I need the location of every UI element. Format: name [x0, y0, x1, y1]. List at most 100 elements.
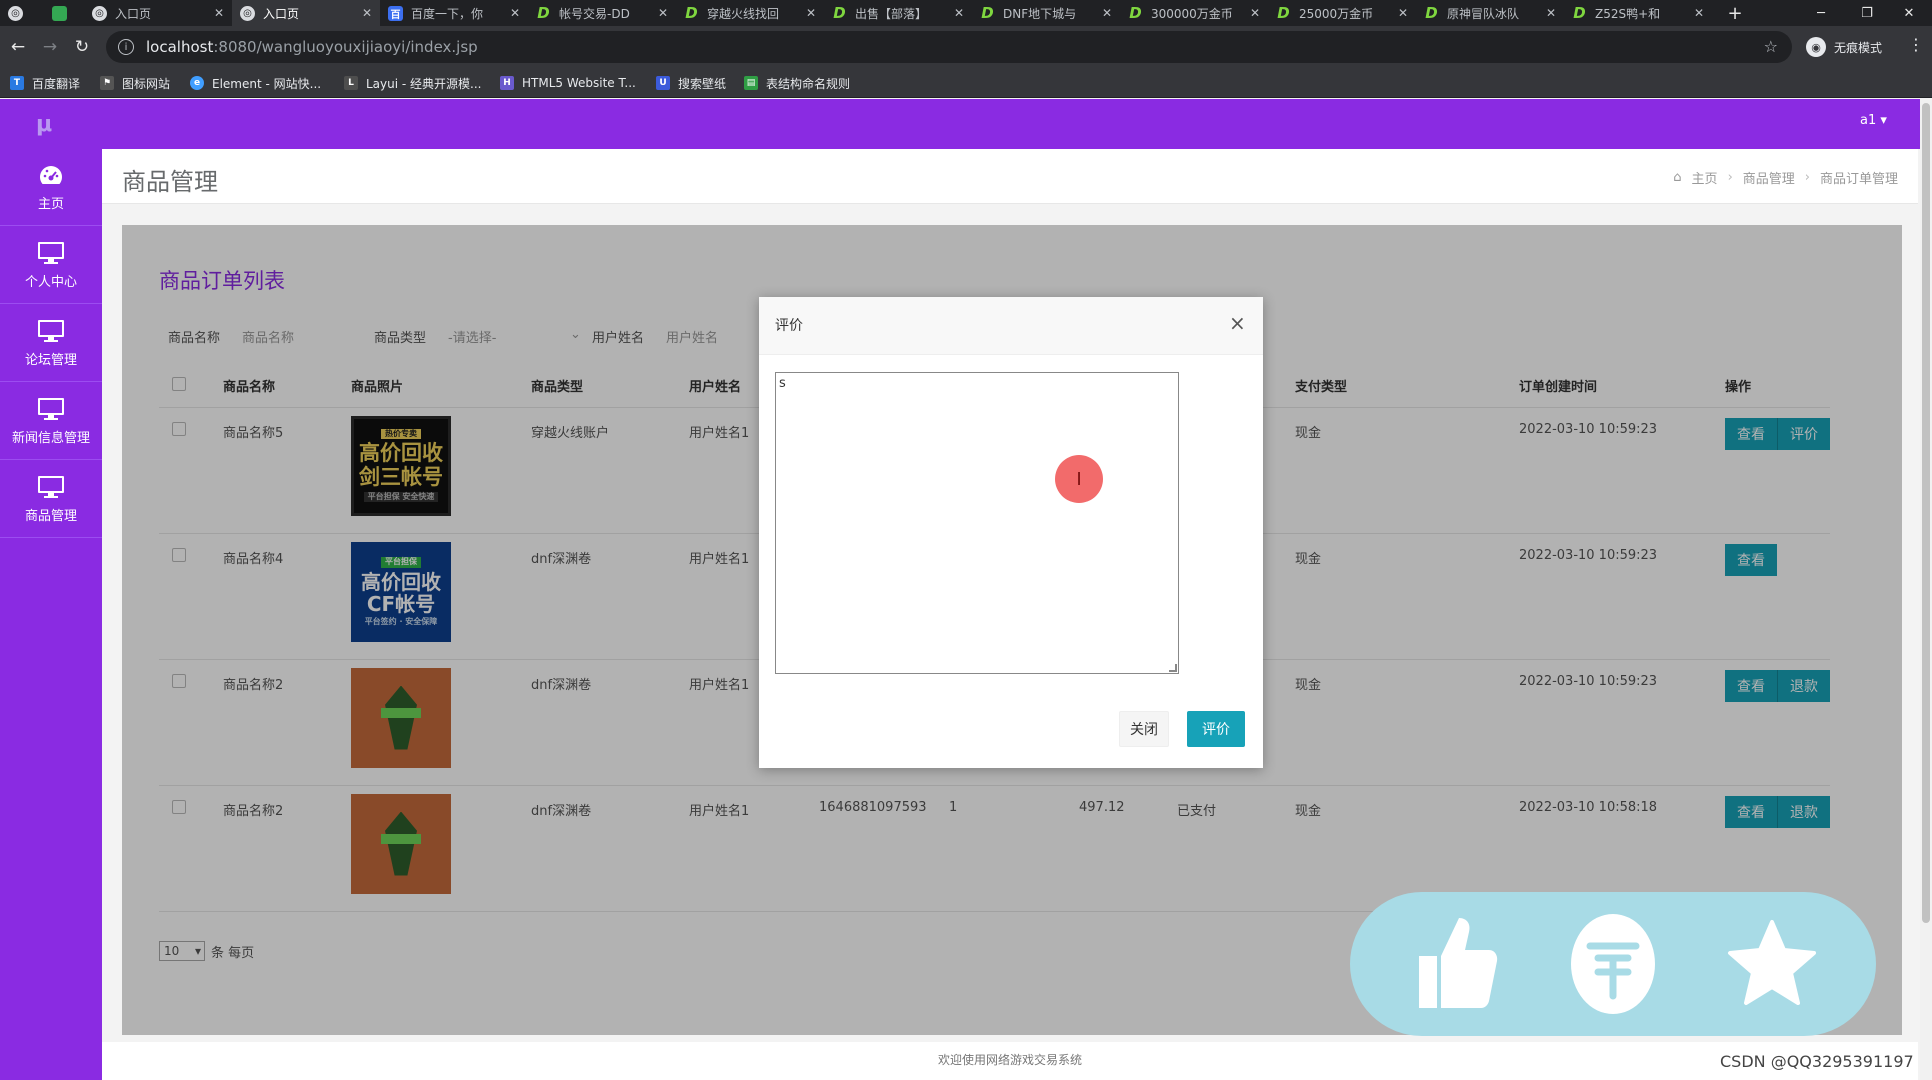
bookmark-label: 表结构命名规则	[766, 76, 851, 91]
browser-tab[interactable]: D 帐号交易-DD ✕	[528, 0, 676, 26]
html5-icon: H	[500, 76, 514, 90]
chevron-right-icon: ›	[1804, 170, 1810, 185]
browser-tab-pinned-2[interactable]	[44, 0, 80, 26]
close-icon[interactable]: ✕	[1694, 6, 1704, 20]
close-icon[interactable]: ✕	[658, 6, 668, 20]
restore-icon[interactable]: ❐	[1844, 0, 1890, 26]
review-textarea[interactable]: s	[775, 372, 1179, 674]
d-icon: D	[1573, 4, 1586, 22]
close-icon[interactable]: ✕	[1546, 6, 1556, 20]
close-icon[interactable]: ×	[1229, 311, 1246, 335]
top-navbar: μ a1 ▾	[0, 99, 1932, 149]
bookmark-item[interactable]: U 搜索壁纸	[656, 74, 726, 92]
browser-tab[interactable]: D 原神冒队冰队 ✕	[1416, 0, 1564, 26]
browser-tab-bar: ◎ ◎ 入口页 ✕ ◎ 入口页 ✕ 百百度一下，你 ✕ D 帐号交易-DD ✕ D 穿越火线找回…	[0, 0, 1932, 26]
mouse-cursor-indicator: I	[1055, 455, 1103, 503]
bookmark-item[interactable]: e Element - 网站快...	[190, 74, 321, 92]
back-icon[interactable]: ←	[6, 35, 30, 59]
d-icon: D	[1129, 4, 1142, 22]
globe-icon: ◎	[240, 5, 255, 21]
info-icon[interactable]: i	[118, 39, 134, 55]
flag-icon: ⚑	[100, 76, 114, 90]
bookmark-item[interactable]: T 百度翻译	[10, 74, 80, 92]
sidebar-item-news[interactable]: 新闻信息管理	[0, 383, 102, 460]
menu-kebab-icon[interactable]: ⋮	[1908, 35, 1924, 54]
new-tab-icon[interactable]: +	[1722, 0, 1748, 26]
bookmark-label: Layui - 经典开源模...	[366, 76, 482, 91]
browser-tab[interactable]: D 出售【部落】 ✕	[824, 0, 972, 26]
review-dialog: 评价 × s I 关闭 评价	[759, 297, 1263, 768]
tab-title: 入口页	[263, 6, 300, 21]
d-icon: D	[685, 4, 698, 22]
browser-tab[interactable]: D DNF地下城与 ✕	[972, 0, 1120, 26]
bookmark-item[interactable]: L Layui - 经典开源模...	[344, 74, 481, 92]
browser-tab[interactable]: D 穿越火线找回 ✕	[676, 0, 824, 26]
sidebar-item-forum[interactable]: 论坛管理	[0, 305, 102, 382]
browser-tab[interactable]: 百百度一下，你 ✕	[380, 0, 528, 26]
bookmark-label: 图标网站	[122, 76, 171, 91]
close-icon[interactable]: ✕	[1250, 6, 1260, 20]
page-footer: 欢迎使用网络游戏交易系统	[102, 1042, 1918, 1080]
d-icon: D	[537, 4, 550, 22]
breadcrumb-orders: 商品订单管理	[1819, 172, 1898, 187]
dialog-header: 评价 ×	[759, 297, 1263, 355]
browser-tab-pinned-1[interactable]: ◎	[0, 0, 44, 26]
browser-tab[interactable]: ◎ 入口页 ✕	[84, 0, 232, 26]
bookmark-label: 百度翻译	[32, 76, 81, 91]
bookmark-label: 搜索壁纸	[678, 76, 727, 91]
browser-tab-active[interactable]: ◎ 入口页 ✕	[232, 0, 380, 26]
bookmark-item[interactable]: ⚑ 图标网站	[100, 74, 170, 92]
minimize-icon[interactable]: ─	[1798, 0, 1844, 26]
d-icon: D	[1277, 4, 1290, 22]
page-scrollbar[interactable]	[1920, 99, 1932, 1080]
coin-icon[interactable]	[1561, 912, 1665, 1016]
url-input[interactable]: i localhost:8080/wangluoyouxijiaoyi/inde…	[106, 31, 1792, 63]
sidebar-item-profile[interactable]: 个人中心	[0, 227, 102, 304]
browser-tab[interactable]: D 300000万金币 ✕	[1120, 0, 1268, 26]
reload-icon[interactable]: ↻	[70, 35, 94, 59]
breadcrumb-products[interactable]: 商品管理	[1743, 168, 1795, 187]
resize-handle-icon[interactable]	[1169, 664, 1177, 672]
breadcrumb: ⌂ 主页 › 商品管理 › 商品订单管理	[1673, 168, 1898, 187]
element-icon: e	[190, 76, 204, 90]
tab-title: 25000万金币	[1299, 6, 1374, 21]
d-icon: D	[981, 4, 994, 22]
tab-title: 出售【部落】	[855, 6, 928, 21]
incognito-indicator[interactable]: ◉ 无痕模式	[1806, 35, 1882, 59]
close-icon[interactable]: ✕	[362, 6, 372, 20]
dialog-title: 评价	[775, 318, 803, 334]
close-icon[interactable]: ✕	[214, 6, 224, 20]
bookmark-label: Element - 网站快...	[212, 76, 322, 91]
forward-icon[interactable]: →	[38, 35, 62, 59]
dialog-submit-button[interactable]: 评价	[1187, 711, 1245, 747]
monitor-icon	[36, 397, 66, 421]
close-icon[interactable]: ✕	[510, 6, 520, 20]
star-icon[interactable]	[1720, 912, 1824, 1016]
close-icon[interactable]: ✕	[1102, 6, 1112, 20]
translate-icon: T	[10, 76, 24, 90]
tab-title: 300000万金币	[1151, 6, 1233, 21]
monitor-icon	[36, 475, 66, 499]
breadcrumb-home[interactable]: 主页	[1692, 168, 1718, 187]
sidebar-item-home[interactable]: 主页	[0, 149, 102, 226]
close-icon[interactable]: ✕	[954, 6, 964, 20]
sidebar-item-products[interactable]: 商品管理	[0, 461, 102, 538]
tab-title: 帐号交易-DD	[559, 6, 630, 21]
dialog-close-button[interactable]: 关闭	[1119, 711, 1169, 747]
thumbs-up-icon[interactable]	[1402, 912, 1506, 1016]
close-icon[interactable]: ✕	[1398, 6, 1408, 20]
browser-tab[interactable]: D 25000万金币 ✕	[1268, 0, 1416, 26]
watermark: CSDN @QQ3295391197	[1720, 1052, 1914, 1071]
bookmark-item[interactable]: H HTML5 Website T...	[500, 74, 636, 92]
browser-tab[interactable]: D Z52S鸭+和 ✕	[1564, 0, 1712, 26]
tab-title: 原神冒队冰队	[1447, 6, 1520, 21]
user-menu[interactable]: a1 ▾	[1860, 113, 1887, 128]
page-title: 商品管理	[122, 168, 218, 196]
sidebar-item-label: 新闻信息管理	[11, 430, 90, 446]
bookmark-star-icon[interactable]: ☆	[1764, 37, 1778, 56]
window-close-icon[interactable]: ✕	[1886, 0, 1932, 26]
bookmark-item[interactable]: ▤ 表结构命名规则	[744, 74, 850, 92]
close-icon[interactable]: ✕	[806, 6, 816, 20]
address-bar: ← → ↻ i localhost:8080/wangluoyouxijiaoy…	[0, 26, 1932, 68]
scrollbar-thumb[interactable]	[1922, 103, 1930, 923]
